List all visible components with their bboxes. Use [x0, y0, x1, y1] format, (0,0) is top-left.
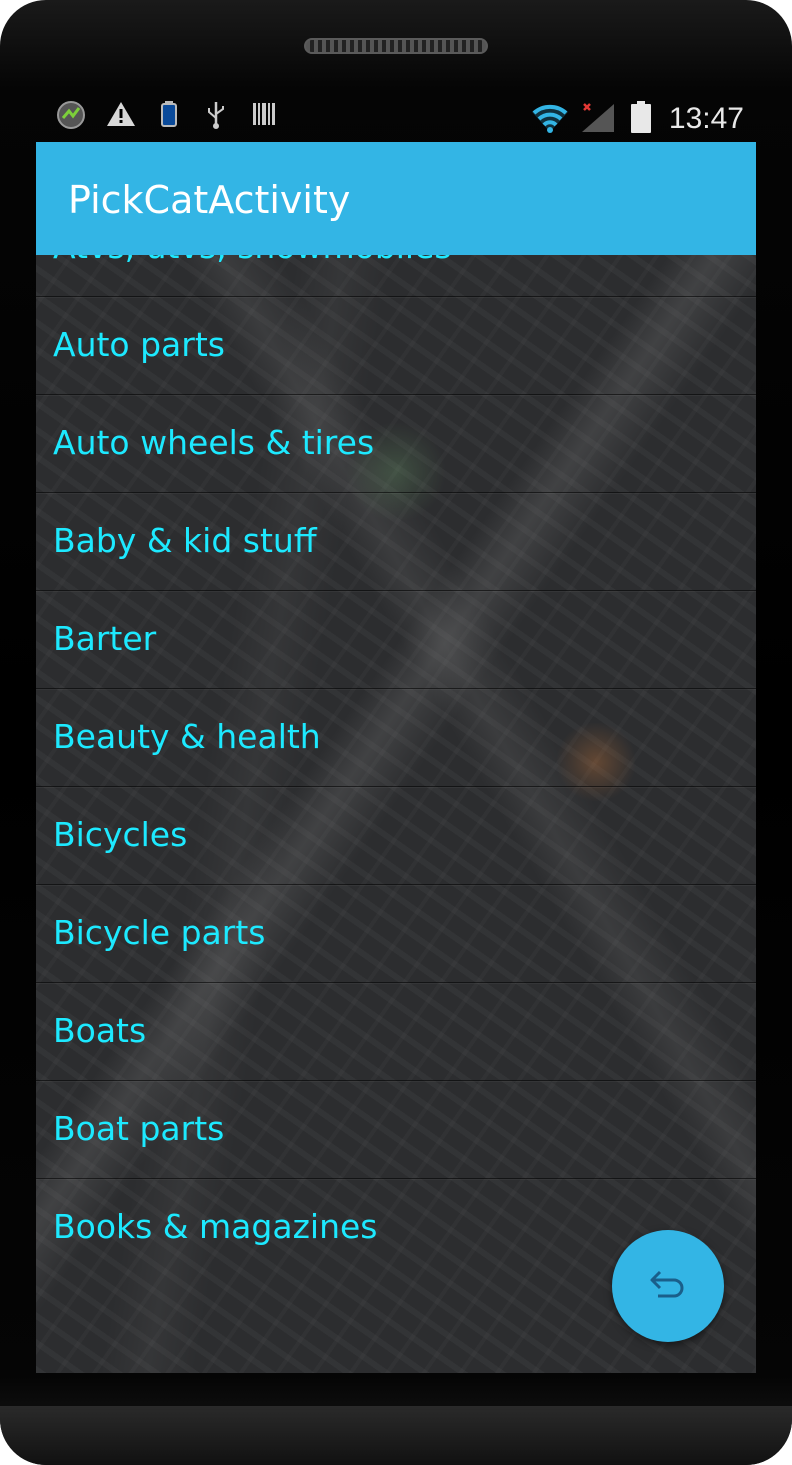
list-item[interactable]: Bicycle parts [36, 885, 756, 983]
usb-icon [208, 102, 224, 129]
list-item-label: Auto wheels & tires [53, 423, 375, 462]
category-list-content: Atvs, utvs, snowmobiles Auto parts Auto … [36, 255, 756, 1245]
list-item-label: Bicycle parts [53, 913, 266, 952]
barcode-icon [253, 103, 275, 125]
list-item-label: Boat parts [53, 1109, 225, 1148]
list-item-label: Atvs, utvs, snowmobiles [53, 255, 452, 266]
list-item-label: Barter [53, 619, 157, 658]
list-item[interactable]: Auto parts [36, 297, 756, 395]
action-bar: PickCatActivity [36, 142, 756, 255]
undo-icon [650, 1270, 684, 1298]
undo-button[interactable] [612, 1230, 724, 1342]
status-time: 13:47 [668, 102, 744, 135]
list-item[interactable]: Baby & kid stuff [36, 493, 756, 591]
list-item[interactable]: Beauty & health [36, 689, 756, 787]
earpiece-speaker [304, 38, 488, 54]
list-item[interactable]: Boat parts [36, 1081, 756, 1179]
list-item[interactable]: Boats [36, 983, 756, 1081]
category-list[interactable]: Atvs, utvs, snowmobiles Auto parts Auto … [36, 255, 756, 1245]
battery-small-icon [161, 101, 177, 127]
list-item-label: Auto parts [53, 325, 225, 364]
list-item-label: Bicycles [53, 815, 188, 854]
app-screen: PickCatActivity Atvs, utvs, snowmobiles … [36, 142, 756, 1373]
page-title: PickCatActivity [68, 178, 351, 222]
wifi-icon [532, 104, 568, 133]
battery-icon [631, 101, 651, 133]
list-item-label: Boats [53, 1011, 147, 1050]
list-item[interactable]: Atvs, utvs, snowmobiles [36, 255, 756, 297]
warning-icon [107, 102, 135, 126]
signal-off-icon [582, 103, 614, 132]
list-item[interactable]: Barter [36, 591, 756, 689]
list-item[interactable]: Auto wheels & tires [36, 395, 756, 493]
list-item-label: Baby & kid stuff [53, 521, 317, 560]
list-item-label: Books & magazines [53, 1207, 378, 1245]
status-bar: 13:47 [36, 96, 756, 142]
list-item[interactable]: Bicycles [36, 787, 756, 885]
phone-chin [0, 1406, 792, 1465]
app-icon [57, 101, 85, 129]
phone-frame: 13:47 PickCatActivity Atvs, utvs, snowmo… [0, 0, 792, 1465]
list-item-label: Beauty & health [53, 717, 321, 756]
